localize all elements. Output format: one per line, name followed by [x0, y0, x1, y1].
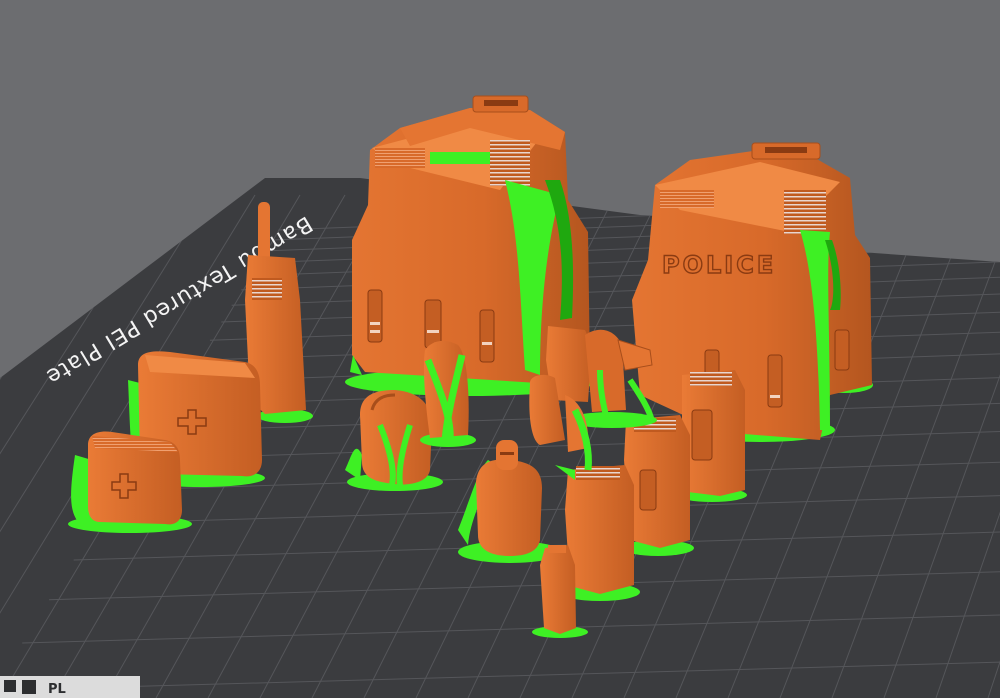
plate-corner-badge: PL	[0, 676, 140, 698]
vest-police-text: POLICE	[662, 251, 776, 279]
plate-corner-mark: PL	[48, 682, 66, 697]
slicer-scene: PL Bambu Textured PEI Plate POLICE	[0, 95, 1000, 698]
3d-viewport[interactable]: PL Bambu Textured PEI Plate POLICE	[0, 0, 1000, 698]
